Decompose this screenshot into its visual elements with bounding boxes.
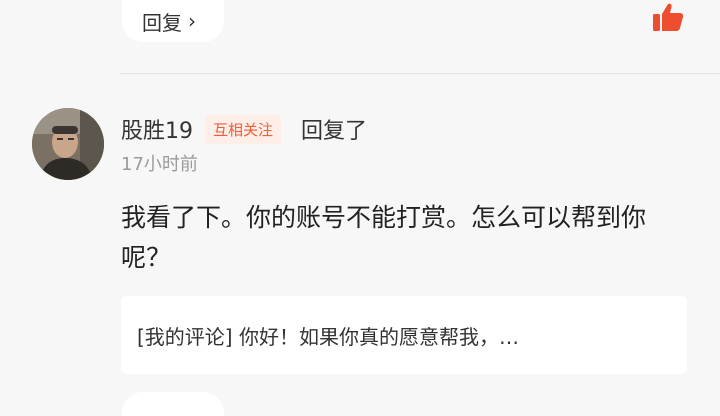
avatar-image — [32, 108, 104, 180]
mutual-follow-badge: 互相关注 — [205, 114, 282, 144]
chevron-right-icon: › — [188, 9, 196, 33]
reply-button[interactable]: 回复 › — [122, 0, 224, 42]
timestamp: 17小时前 — [121, 154, 198, 175]
reply-button-next[interactable] — [122, 392, 224, 416]
quoted-comment[interactable]: [我的评论] 你好！如果你真的愿意帮我，… — [121, 296, 687, 374]
username[interactable]: 股胜19 — [121, 113, 193, 145]
quoted-comment-text: [我的评论] 你好！如果你真的愿意帮我，… — [137, 324, 519, 349]
comment-text[interactable]: 我看了下。你的账号不能打赏。怎么可以帮到你呢？ — [121, 198, 681, 278]
comment-header: 股胜19 互相关注 回复了 — [121, 114, 367, 144]
thumbs-up-icon[interactable] — [652, 2, 684, 32]
avatar[interactable] — [32, 108, 104, 180]
reply-action-text: 回复了 — [301, 119, 368, 144]
reply-button-label: 回复 — [142, 10, 182, 35]
divider — [120, 73, 720, 74]
